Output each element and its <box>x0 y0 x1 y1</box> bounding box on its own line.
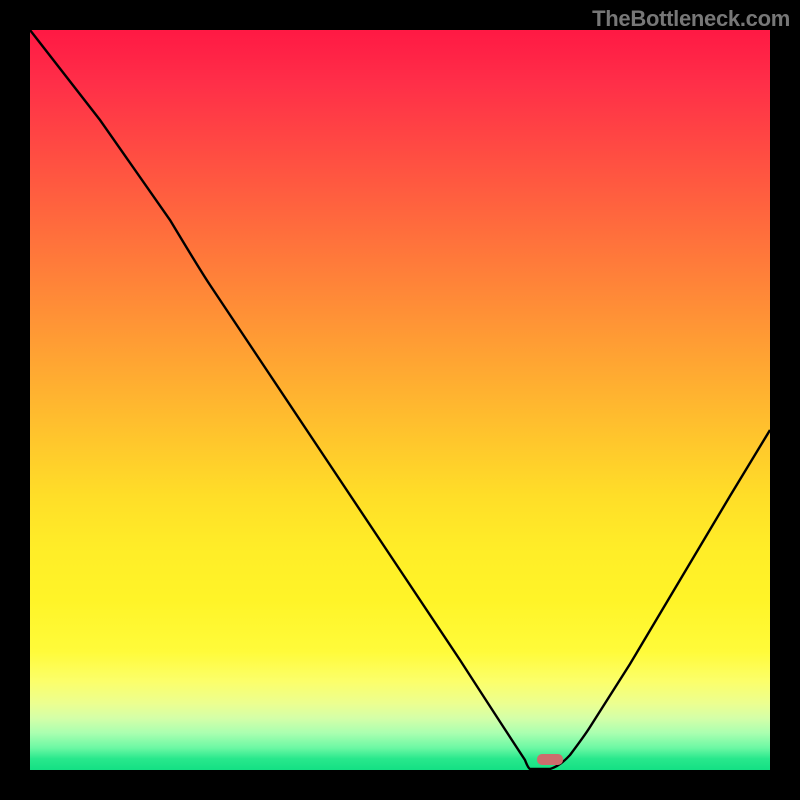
plot-area <box>30 30 770 770</box>
target-marker <box>537 754 563 765</box>
watermark-text: TheBottleneck.com <box>592 6 790 32</box>
bottleneck-curve <box>30 30 770 770</box>
